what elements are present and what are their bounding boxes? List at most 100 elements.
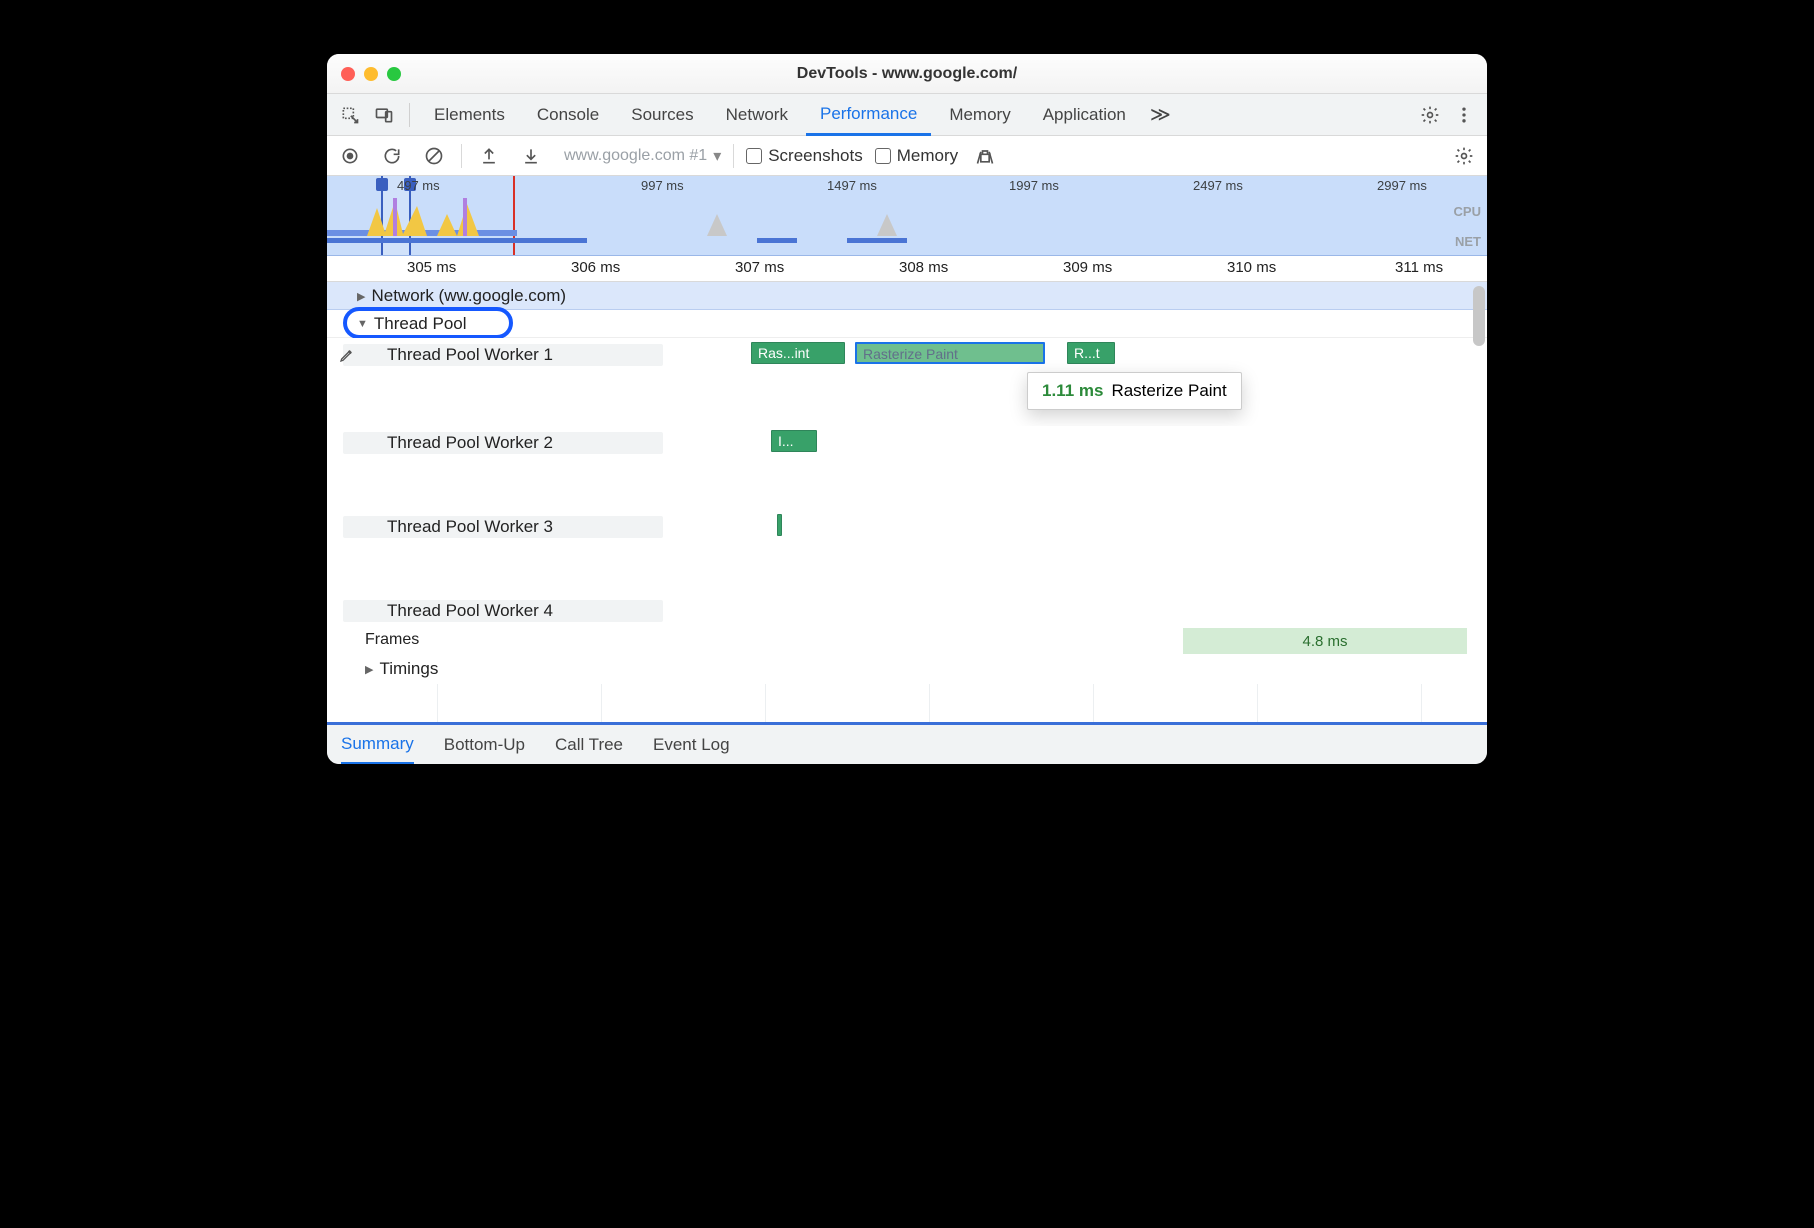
tooltip-duration: 1.11 ms [1042,381,1103,400]
threadpool-label-text: Thread Pool [374,314,467,334]
separator [733,144,734,168]
record-icon[interactable] [335,141,365,171]
close-window-button[interactable] [341,67,355,81]
flame-segment[interactable] [777,514,782,536]
chevron-down-icon: ▾ [713,146,721,166]
flame-segment[interactable]: R...t [1067,342,1115,364]
flame-segment[interactable]: Ras...int [751,342,845,364]
tooltip: 1.11 ms Rasterize Paint [1027,372,1242,410]
overview-cpu-label: CPU [1454,204,1481,219]
screenshots-checkbox[interactable]: Screenshots [746,146,863,166]
profile-select-label: www.google.com #1 [564,147,707,165]
track-threadpool-header[interactable]: ▼ Thread Pool [327,310,1487,338]
kebab-menu-icon[interactable] [1449,100,1479,130]
devtools-window: DevTools - www.google.com/ Elements Cons… [327,54,1487,764]
details-tabs: Summary Bottom-Up Call Tree Event Log [327,722,1487,764]
zoom-window-button[interactable] [387,67,401,81]
tabs-overflow-icon[interactable]: ≫ [1144,102,1177,127]
device-toggle-icon[interactable] [369,100,399,130]
garbage-collect-icon[interactable] [970,141,1000,171]
frame-duration: 4.8 ms [1302,633,1347,650]
overview-net-band [757,238,797,243]
tab-performance[interactable]: Performance [806,94,931,136]
track-worker-1[interactable]: Thread Pool Worker 1 Ras...int Rasterize… [327,338,1487,426]
traffic-lights [341,67,401,81]
memory-checkbox[interactable]: Memory [875,146,958,166]
track-worker-4[interactable]: Thread Pool Worker 4 [327,594,1487,628]
tab-memory[interactable]: Memory [935,94,1024,136]
flame-segment-selected[interactable]: Rasterize Paint [855,342,1045,364]
inspect-icon[interactable] [335,100,365,130]
flame-segment[interactable]: I... [771,430,817,452]
settings-gear-icon[interactable] [1415,100,1445,130]
tab-event-log[interactable]: Event Log [653,725,730,764]
overview-tick: 1997 ms [1009,178,1059,193]
track-network[interactable]: ▶ Network (ww.google.com) [327,282,1487,310]
tab-sources[interactable]: Sources [617,94,707,136]
vertical-scrollbar-thumb[interactable] [1473,286,1485,346]
overview-tick: 997 ms [641,178,684,193]
track-frames[interactable]: Frames 4.8 ms [327,628,1487,654]
frame-bar[interactable]: 4.8 ms [1183,628,1467,654]
disclosure-triangle-icon[interactable]: ▼ [357,318,368,330]
checkbox-box [746,148,762,164]
tab-summary[interactable]: Summary [341,726,414,765]
reload-record-icon[interactable] [377,141,407,171]
ruler-tick: 310 ms [1227,259,1276,276]
disclosure-triangle-icon[interactable]: ▶ [357,290,365,303]
track-timings[interactable]: ▶ Timings [327,654,1487,684]
tab-call-tree[interactable]: Call Tree [555,725,623,764]
worker-4-label: Thread Pool Worker 4 [387,601,553,621]
separator [409,103,410,127]
timeline-overview[interactable]: 497 ms 997 ms 1497 ms 1997 ms 2497 ms 29… [327,176,1487,256]
edit-icon[interactable] [339,347,355,368]
tab-application[interactable]: Application [1029,94,1140,136]
overview-net-band [847,238,907,243]
network-label-text: Network (ww.google.com) [371,286,566,306]
worker-2-label: Thread Pool Worker 2 [387,433,553,453]
timings-label: ▶ Timings [365,659,438,679]
minimize-window-button[interactable] [364,67,378,81]
overview-tick: 497 ms [397,178,440,193]
disclosure-triangle-icon[interactable]: ▶ [365,663,373,676]
memory-label: Memory [897,146,958,166]
profile-select[interactable]: www.google.com #1 ▾ [564,146,721,166]
flamechart-tracks[interactable]: ▶ Network (ww.google.com) ▼ Thread Pool … [327,282,1487,722]
ruler-tick: 308 ms [899,259,948,276]
frames-label: Frames [365,631,419,649]
overview-cpu-sparkline [707,206,727,236]
performance-toolbar: www.google.com #1 ▾ Screenshots Memory [327,136,1487,176]
worker-3-label: Thread Pool Worker 3 [387,517,553,537]
tooltip-name: Rasterize Paint [1111,381,1226,400]
ruler-tick: 311 ms [1395,259,1443,276]
threadpool-header-label: ▼ Thread Pool [357,314,467,334]
track-worker-3[interactable]: Thread Pool Worker 3 [327,510,1487,594]
download-profile-icon[interactable] [516,141,546,171]
clear-icon[interactable] [419,141,449,171]
timings-label-text: Timings [379,659,438,679]
track-network-label: ▶ Network (ww.google.com) [357,286,566,306]
ruler-tick: 309 ms [1063,259,1112,276]
overview-tick: 2497 ms [1193,178,1243,193]
ruler-tick: 307 ms [735,259,784,276]
titlebar: DevTools - www.google.com/ [327,54,1487,94]
flamechart-ruler[interactable]: 305 ms 306 ms 307 ms 308 ms 309 ms 310 m… [327,256,1487,282]
overview-net-band [327,238,587,243]
screenshots-label: Screenshots [768,146,863,166]
overview-tick: 1497 ms [827,178,877,193]
tab-elements[interactable]: Elements [420,94,519,136]
ruler-tick: 305 ms [407,259,456,276]
track-worker-2[interactable]: Thread Pool Worker 2 I... [327,426,1487,510]
overview-cpu-sparkline [877,206,897,236]
checkbox-box [875,148,891,164]
panel-tabs: Elements Console Sources Network Perform… [327,94,1487,136]
upload-profile-icon[interactable] [474,141,504,171]
tab-bottom-up[interactable]: Bottom-Up [444,725,525,764]
tab-console[interactable]: Console [523,94,613,136]
worker-1-label: Thread Pool Worker 1 [387,345,553,365]
overview-net-label: NET [1455,234,1481,249]
window-title: DevTools - www.google.com/ [327,65,1487,83]
overview-tick: 2997 ms [1377,178,1427,193]
tab-network[interactable]: Network [712,94,802,136]
capture-settings-gear-icon[interactable] [1449,141,1479,171]
